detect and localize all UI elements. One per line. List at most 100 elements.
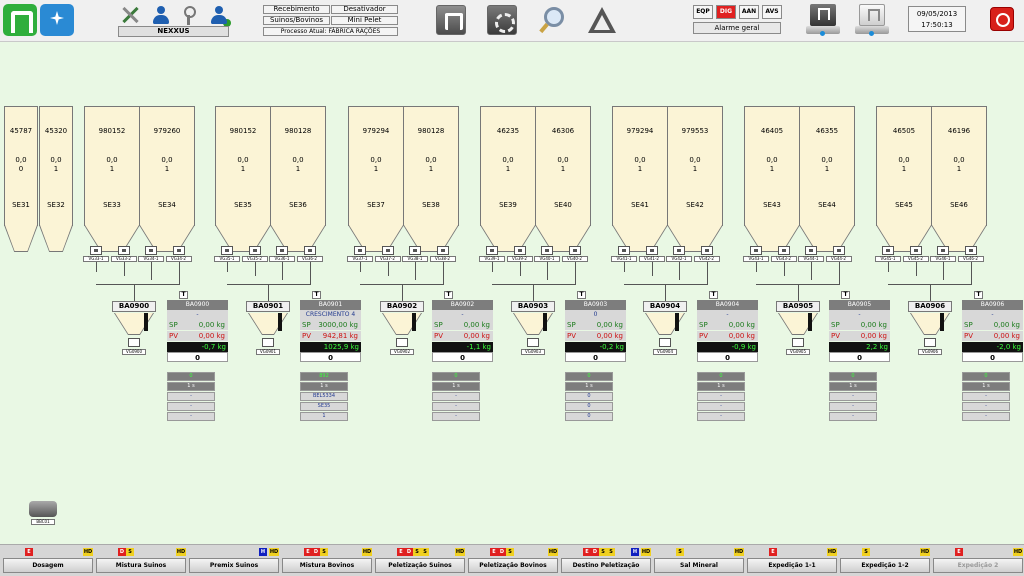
nexxus-logo-icon[interactable] <box>3 4 37 36</box>
add-user-icon[interactable] <box>209 5 231 27</box>
valve-vg35-2[interactable] <box>248 246 261 255</box>
valve-vg43-2[interactable] <box>777 246 790 255</box>
alarm-tab-avs[interactable]: AVS <box>762 5 782 19</box>
valve-vg36-1[interactable] <box>276 246 288 255</box>
alarm-tab-dig[interactable]: DIG <box>716 5 736 19</box>
valve-vg41-2[interactable] <box>645 246 658 255</box>
tare-button[interactable]: T <box>974 291 983 299</box>
valve-vg37-2[interactable] <box>381 246 394 255</box>
valve-vg43-1[interactable] <box>750 246 762 255</box>
silo-se33[interactable]: 980152 0,0 1 SE33 <box>84 106 140 252</box>
gate-valve-icon[interactable] <box>262 338 274 347</box>
alarm-tab-aan[interactable]: AAN <box>739 5 759 19</box>
valve-vg46-2[interactable] <box>964 246 977 255</box>
valve-vg42-2[interactable] <box>700 246 713 255</box>
silo-se46[interactable]: 46196 0,0 1 SE46 <box>931 106 987 252</box>
nav-button-5[interactable]: Peletização Suinos <box>375 558 465 573</box>
power-exit-icon[interactable] <box>990 7 1014 31</box>
tare-button[interactable]: T <box>444 291 453 299</box>
nav-button-6[interactable]: Peletização Bovinos <box>468 558 558 573</box>
nav-button-11[interactable]: Expedição 2 <box>933 558 1023 573</box>
mini-pelet-button[interactable]: Mini Pelet <box>331 16 398 25</box>
valve-vg38-2[interactable] <box>436 246 449 255</box>
valve-vg39-1[interactable] <box>486 246 498 255</box>
silo-se37[interactable]: 979294 0,0 1 SE37 <box>348 106 404 252</box>
valve-vg44-2[interactable] <box>832 246 845 255</box>
nav-button-1[interactable]: Dosagem <box>3 558 93 573</box>
valve-vg36-2[interactable] <box>303 246 316 255</box>
nav-button-4[interactable]: Mistura Bovinos <box>282 558 372 573</box>
gate-valve-icon[interactable] <box>659 338 671 347</box>
silo-se32[interactable]: 45320 0,0 1 SE32 <box>39 106 73 252</box>
alarm-tab-eqp[interactable]: EQP <box>693 5 713 19</box>
valve-vg34-1[interactable] <box>145 246 157 255</box>
valve-vg38-1[interactable] <box>409 246 421 255</box>
valve-vg45-1[interactable] <box>882 246 894 255</box>
valve-vg45-2[interactable] <box>909 246 922 255</box>
gate-valve-icon[interactable] <box>792 338 804 347</box>
silo-se38[interactable]: 980128 0,0 1 SE38 <box>403 106 459 252</box>
valve-vg46-1[interactable] <box>937 246 949 255</box>
valve-vg41-1[interactable] <box>618 246 630 255</box>
motor-bbc01[interactable]: BBC01 <box>25 499 61 527</box>
valve-vg37-1[interactable] <box>354 246 366 255</box>
valve-vg40-2[interactable] <box>568 246 581 255</box>
keys-icon[interactable] <box>180 5 200 25</box>
silo-se40[interactable]: 46306 0,0 1 SE40 <box>535 106 591 252</box>
recebimento-button[interactable]: Recebimento <box>263 5 330 14</box>
user-icon[interactable] <box>151 5 171 25</box>
silo-se34[interactable]: 979260 0,0 1 SE34 <box>139 106 195 252</box>
valve-vg35-1[interactable] <box>221 246 233 255</box>
server-secondary-icon[interactable] <box>855 4 889 38</box>
tare-button[interactable]: T <box>709 291 718 299</box>
balance-ba0906[interactable]: BA0906 VG0906 <box>908 301 952 357</box>
settings-gear-icon[interactable] <box>487 5 517 35</box>
tare-button[interactable]: T <box>312 291 321 299</box>
valve-vg40-1[interactable] <box>541 246 553 255</box>
balance-ba0900[interactable]: BA0900 VG0900 <box>112 301 156 357</box>
nav-button-8[interactable]: Sal Mineral <box>654 558 744 573</box>
valve-vg33-2[interactable] <box>117 246 130 255</box>
gate-valve-icon[interactable] <box>128 338 140 347</box>
warning-icon[interactable] <box>587 5 617 35</box>
nav-button-10[interactable]: Expedição 1-2 <box>840 558 930 573</box>
tools-icon[interactable] <box>120 5 140 25</box>
silo-se42[interactable]: 979553 0,0 1 SE42 <box>667 106 723 252</box>
silo-se43[interactable]: 46405 0,0 1 SE43 <box>744 106 800 252</box>
silo-se44[interactable]: 46355 0,0 1 SE44 <box>799 106 855 252</box>
general-alarm-button[interactable]: Alarme geral <box>693 22 781 34</box>
home-icon[interactable] <box>436 5 466 35</box>
balance-ba0905[interactable]: BA0905 VG0905 <box>776 301 820 357</box>
balance-ba0901[interactable]: BA0901 VG0901 <box>246 301 290 357</box>
gate-valve-icon[interactable] <box>396 338 408 347</box>
tare-button[interactable]: T <box>577 291 586 299</box>
gate-valve-icon[interactable] <box>527 338 539 347</box>
silo-se45[interactable]: 46505 0,0 1 SE45 <box>876 106 932 252</box>
balance-ba0904[interactable]: BA0904 VG0904 <box>643 301 687 357</box>
valve-vg39-2[interactable] <box>513 246 526 255</box>
nav-button-9[interactable]: Expedição 1-1 <box>747 558 837 573</box>
silo-status-value: 1 <box>295 165 301 173</box>
balance-ba0902[interactable]: BA0902 VG0902 <box>380 301 424 357</box>
server-primary-icon[interactable] <box>806 4 840 38</box>
desativador-button[interactable]: Desativador <box>331 5 398 14</box>
valve-vg42-1[interactable] <box>673 246 685 255</box>
nav-button-7[interactable]: Destino Peletização <box>561 558 651 573</box>
tare-button[interactable]: T <box>179 291 188 299</box>
silo-se36[interactable]: 980128 0,0 1 SE36 <box>270 106 326 252</box>
valve-vg34-2[interactable] <box>172 246 185 255</box>
nav-button-3[interactable]: Premix Suinos <box>189 558 279 573</box>
valve-vg44-1[interactable] <box>805 246 817 255</box>
silo-se35[interactable]: 980152 0,0 1 SE35 <box>215 106 271 252</box>
silo-se31[interactable]: 45787 0,0 0 SE31 <box>4 106 38 252</box>
balance-ba0903[interactable]: BA0903 VG0903 <box>511 301 555 357</box>
gate-valve-icon[interactable] <box>924 338 936 347</box>
valve-vg33-1[interactable] <box>90 246 102 255</box>
tare-button[interactable]: T <box>841 291 850 299</box>
silo-se41[interactable]: 979294 0,0 1 SE41 <box>612 106 668 252</box>
suinos-bovinos-button[interactable]: Suinos/Bovinos <box>263 16 330 25</box>
windmill-logo-icon[interactable] <box>40 4 74 36</box>
search-magnifier-icon[interactable] <box>538 5 568 35</box>
silo-se39[interactable]: 46235 0,0 1 SE39 <box>480 106 536 252</box>
nav-button-2[interactable]: Mistura Suinos <box>96 558 186 573</box>
